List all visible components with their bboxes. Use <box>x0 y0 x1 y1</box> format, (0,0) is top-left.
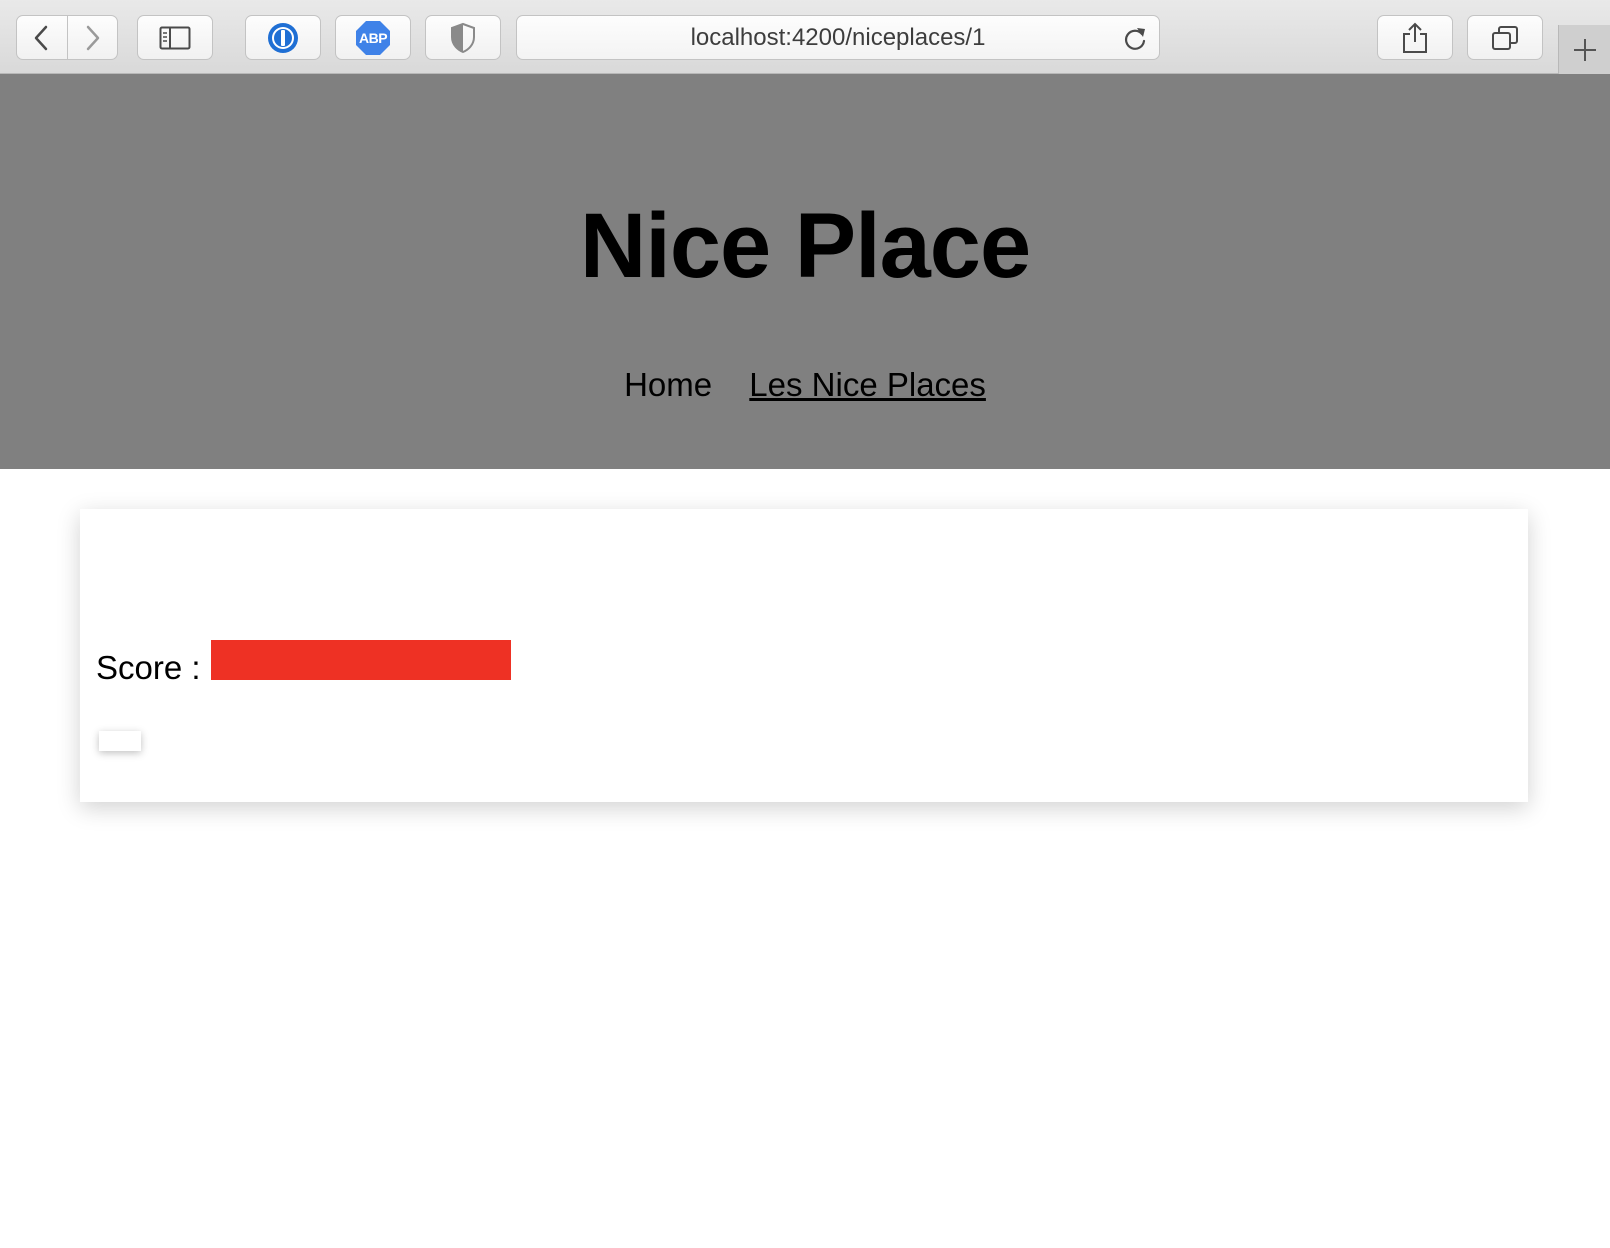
place-card: Score : <box>80 509 1528 802</box>
sidebar-icon <box>159 26 191 49</box>
site-header: Nice Place Home Les Nice Places <box>0 74 1610 469</box>
tabs-overview-icon <box>1492 25 1518 50</box>
new-tab-button[interactable] <box>1558 25 1610 74</box>
plus-icon <box>1573 38 1596 61</box>
history-nav <box>16 15 118 60</box>
password-manager-button[interactable] <box>245 15 321 60</box>
score-row: Score : <box>96 633 511 687</box>
1password-icon <box>268 22 298 53</box>
share-button[interactable] <box>1377 15 1453 60</box>
chevron-right-icon <box>87 25 100 50</box>
sidebar-button[interactable] <box>137 15 213 60</box>
main-nav: Home Les Nice Places <box>0 366 1610 404</box>
url-text[interactable]: localhost:4200/niceplaces/1 <box>517 16 1159 59</box>
shield-icon <box>451 22 475 53</box>
tabs-overview-button[interactable] <box>1467 15 1543 60</box>
card-action-button[interactable] <box>99 731 141 751</box>
back-button[interactable] <box>17 16 67 59</box>
privacy-button[interactable] <box>425 15 501 60</box>
forward-button[interactable] <box>66 16 118 59</box>
score-label: Score : <box>96 649 201 686</box>
adblock-label: ABP <box>358 29 388 46</box>
nav-link-home[interactable]: Home <box>624 366 712 403</box>
chevron-left-icon <box>34 25 47 50</box>
page-title: Nice Place <box>579 195 1031 297</box>
reload-button[interactable] <box>1123 26 1147 57</box>
address-bar[interactable]: localhost:4200/niceplaces/1 <box>516 15 1160 60</box>
nav-link-nice-places[interactable]: Les Nice Places <box>749 366 986 403</box>
browser-toolbar: ABP localhost:4200/niceplaces/1 <box>0 0 1610 74</box>
share-icon <box>1403 22 1427 53</box>
score-bar <box>210 640 511 680</box>
reload-icon <box>1124 28 1146 50</box>
score-bar-fill <box>210 640 511 680</box>
adblock-button[interactable]: ABP <box>335 15 411 60</box>
